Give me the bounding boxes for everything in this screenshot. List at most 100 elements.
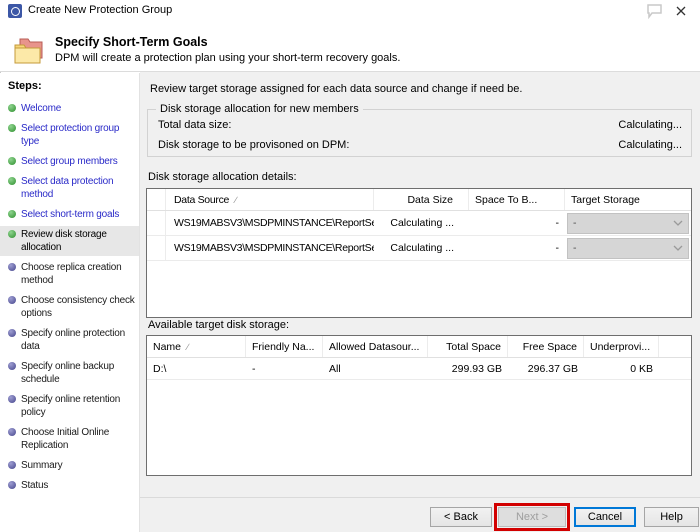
step-label: Select short-term goals [21, 209, 120, 220]
chevron-down-icon [673, 220, 683, 226]
step-select-data-protection-method: Select data protection method [0, 173, 139, 203]
footer-divider [140, 497, 700, 498]
step-done-bullet-icon [8, 104, 16, 112]
wizard-header: Specify Short-Term Goals DPM will create… [0, 22, 700, 72]
details-table-label: Disk storage allocation details: [148, 171, 297, 183]
step-status: Status [0, 477, 139, 494]
step-pending-bullet-icon [8, 428, 16, 436]
step-label: Select group members [21, 156, 118, 167]
step-pending-bullet-icon [8, 263, 16, 271]
target-storage-dropdown[interactable]: - [567, 237, 689, 259]
steps-heading: Steps: [8, 80, 42, 92]
step-label: Select protection group type [21, 123, 120, 147]
column-header-underprovisioned[interactable]: Underprovi... [584, 336, 659, 357]
step-select-protection-group-type: Select protection group type [0, 120, 139, 150]
step-label: Summary [21, 460, 63, 471]
groupbox-title: Disk storage allocation for new members [156, 103, 363, 115]
provisioned-storage-row: Disk storage to be provisoned on DPM: Ca… [158, 139, 682, 151]
sort-ascending-icon: ∕ [235, 194, 237, 205]
step-label: Specify online backup schedule [21, 361, 115, 385]
step-select-short-term-goals: Select short-term goals [0, 206, 139, 223]
column-header-total-space[interactable]: Total Space [428, 336, 508, 357]
filler-cell [659, 358, 691, 379]
free-space-cell: 296.37 GB [527, 362, 578, 375]
available-table-header: Name ∕ Friendly Na... Allowed Datasour..… [147, 336, 691, 358]
step-pending-bullet-icon [8, 296, 16, 304]
dpm-app-icon [8, 4, 22, 18]
name-cell: D:\ [153, 362, 167, 375]
step-select-group-members: Select group members [0, 153, 139, 170]
step-label: Choose replica creation method [21, 262, 122, 286]
total-data-size-label: Total data size: [158, 119, 232, 131]
step-choose-consistency-check-options: Choose consistency check options [0, 292, 139, 322]
next-button-highlight-annotation: Next > [494, 503, 570, 531]
step-current-bullet-icon [8, 230, 16, 238]
steps-list: Welcome Select protection group type Sel… [0, 100, 139, 494]
feedback-bubble-icon[interactable] [644, 3, 666, 20]
provisioned-storage-label: Disk storage to be provisoned on DPM: [158, 139, 350, 151]
underprovisioned-cell: 0 KB [630, 362, 653, 375]
step-done-bullet-icon [8, 210, 16, 218]
available-storage-label: Available target disk storage: [148, 319, 290, 331]
title-bar: Create New Protection Group [0, 0, 700, 22]
step-pending-bullet-icon [8, 461, 16, 469]
protection-group-folders-icon [12, 35, 48, 67]
step-label: Choose Initial Online Replication [21, 427, 110, 451]
step-label: Review disk storage allocation [21, 229, 107, 253]
step-label: Select data protection method [21, 176, 114, 200]
step-pending-bullet-icon [8, 362, 16, 370]
column-header-data-size[interactable]: Data Size [374, 189, 469, 210]
target-storage-cell: - [565, 211, 691, 235]
step-specify-online-retention-policy: Specify online retention policy [0, 391, 139, 421]
step-done-bullet-icon [8, 157, 16, 165]
step-label: Status [21, 480, 49, 491]
details-table-row[interactable]: WS19MABSV3\MSDPMINSTANCE\ReportServe... … [147, 236, 691, 261]
page-subtitle: DPM will create a protection plan using … [55, 52, 401, 64]
disk-allocation-details-table: Data Source ∕ Data Size Space To B... Ta… [146, 188, 692, 318]
create-new-protection-group-dialog: Create New Protection Group Specify Shor… [0, 0, 700, 532]
column-header-allowed-datasources[interactable]: Allowed Datasour... [323, 336, 428, 357]
step-label: Choose consistency check options [21, 295, 135, 319]
step-review-disk-storage-allocation: Review disk storage allocation [0, 226, 139, 256]
provisioned-storage-value: Calculating... [618, 139, 682, 151]
chevron-down-icon [673, 245, 683, 251]
next-button[interactable]: Next > [498, 507, 566, 527]
column-header-space-to-be[interactable]: Space To B... [469, 189, 565, 210]
available-table-row[interactable]: D:\ - All 299.93 GB 296.37 GB 0 KB [147, 358, 691, 380]
step-choose-initial-online-replication: Choose Initial Online Replication [0, 424, 139, 454]
close-icon[interactable] [670, 3, 692, 19]
step-pending-bullet-icon [8, 395, 16, 403]
step-specify-online-backup-schedule: Specify online backup schedule [0, 358, 139, 388]
total-space-cell: 299.93 GB [451, 362, 502, 375]
column-header-data-source[interactable]: Data Source ∕ [166, 189, 374, 210]
cancel-button[interactable]: Cancel [574, 507, 636, 527]
disk-allocation-groupbox: Disk storage allocation for new members … [147, 103, 692, 157]
sort-ascending-icon: ∕ [187, 341, 189, 352]
available-target-disk-storage-table: Name ∕ Friendly Na... Allowed Datasour..… [146, 335, 692, 476]
step-pending-bullet-icon [8, 329, 16, 337]
window-title: Create New Protection Group [28, 4, 173, 16]
column-header-friendly-name[interactable]: Friendly Na... [246, 336, 323, 357]
details-table-header: Data Source ∕ Data Size Space To B... Ta… [147, 189, 691, 211]
target-storage-cell: - [565, 236, 691, 260]
filler-column-header [659, 336, 691, 357]
data-source-cell: WS19MABSV3\MSDPMINSTANCE\ReportServe... [174, 217, 374, 229]
total-data-size-row: Total data size: Calculating... [158, 119, 682, 131]
step-choose-replica-creation-method: Choose replica creation method [0, 259, 139, 289]
target-storage-dropdown[interactable]: - [567, 212, 689, 234]
column-header-name[interactable]: Name ∕ [147, 336, 246, 357]
total-data-size-value: Calculating... [618, 119, 682, 131]
row-selector[interactable] [147, 236, 166, 260]
column-header-free-space[interactable]: Free Space [508, 336, 584, 357]
space-to-be-cell: - [555, 242, 560, 254]
data-source-cell: WS19MABSV3\MSDPMINSTANCE\ReportServe... [174, 242, 374, 254]
back-button[interactable]: < Back [430, 507, 492, 527]
details-table-row[interactable]: WS19MABSV3\MSDPMINSTANCE\ReportServe... … [147, 211, 691, 236]
data-size-cell: Calculating ... [390, 217, 454, 229]
step-summary: Summary [0, 457, 139, 474]
step-welcome: Welcome [0, 100, 139, 117]
column-header-target-storage[interactable]: Target Storage [565, 189, 691, 210]
step-label: Specify online protection data [21, 328, 125, 352]
help-button[interactable]: Help [644, 507, 699, 527]
row-selector[interactable] [147, 211, 166, 235]
